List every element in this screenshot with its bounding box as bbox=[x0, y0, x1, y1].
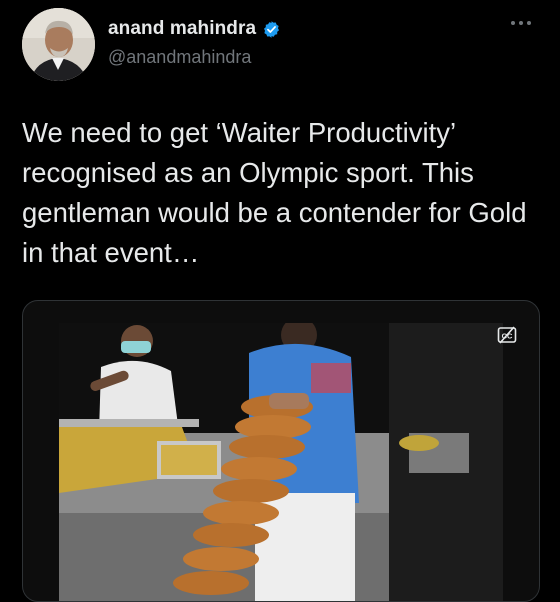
verified-badge-icon bbox=[264, 20, 280, 38]
avatar-photo bbox=[22, 8, 95, 81]
tweet-header: anand mahindra @anandmahindra bbox=[22, 4, 542, 81]
video-frame bbox=[59, 323, 503, 601]
closed-captions-icon[interactable]: CC bbox=[497, 325, 517, 345]
more-options-icon[interactable] bbox=[508, 16, 534, 30]
author-display-name[interactable]: anand mahindra bbox=[108, 18, 256, 40]
author-handle[interactable]: @anandmahindra bbox=[108, 47, 251, 68]
media-card[interactable]: CC bbox=[22, 300, 540, 602]
video-player[interactable] bbox=[59, 323, 503, 601]
author-name-row: anand mahindra bbox=[108, 18, 281, 40]
tweet-text: We need to get ‘Waiter Productivity’ rec… bbox=[22, 117, 527, 268]
author-avatar[interactable] bbox=[22, 8, 95, 81]
